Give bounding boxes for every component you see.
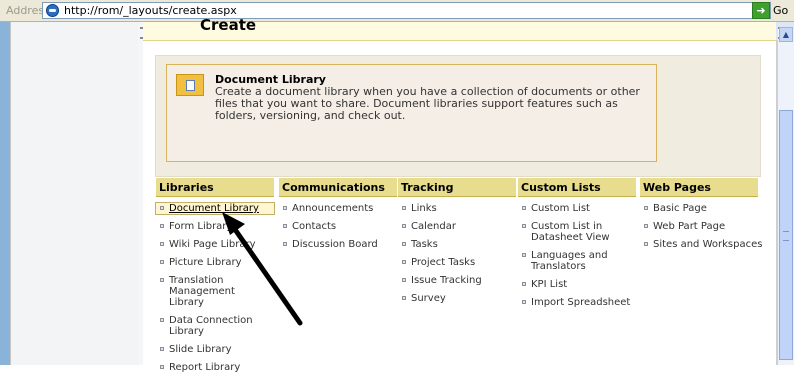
- column-tracking: Tracking Links Calendar Tasks Project Ta…: [398, 178, 516, 311]
- column-header: Custom Lists: [518, 178, 636, 197]
- column-communications: Communications Announcements Contacts Di…: [279, 178, 397, 257]
- list-item-document-library[interactable]: Document Library: [155, 202, 275, 215]
- bullet-icon: [402, 224, 406, 228]
- list-item-slide-library[interactable]: Slide Library: [156, 344, 274, 355]
- list-item-web-part-page[interactable]: Web Part Page: [640, 221, 758, 232]
- column-header: Tracking: [398, 178, 516, 197]
- list-item-form-library[interactable]: Form Library: [156, 221, 274, 232]
- bullet-icon: [522, 224, 526, 228]
- list-item-discussion-board[interactable]: Discussion Board: [279, 239, 397, 250]
- column-custom-lists: Custom Lists Custom List Custom List in …: [518, 178, 636, 315]
- bullet-icon: [160, 347, 164, 351]
- list-item-data-connection-library[interactable]: Data Connection Library: [156, 315, 259, 337]
- bullet-icon: [644, 224, 648, 228]
- list-item-sites-workspaces[interactable]: Sites and Workspaces: [640, 239, 762, 250]
- list-item-tasks[interactable]: Tasks: [398, 239, 516, 250]
- bullet-icon: [402, 260, 406, 264]
- bullet-icon: [160, 365, 164, 369]
- ie-page-icon: [46, 4, 59, 17]
- bullet-icon: [402, 278, 406, 282]
- list-item-announcements[interactable]: Announcements: [279, 203, 397, 214]
- column-web-pages: Web Pages Basic Page Web Part Page Sites…: [640, 178, 762, 257]
- scroll-up-button[interactable]: ▲: [779, 27, 793, 42]
- list-item-custom-list[interactable]: Custom List: [518, 203, 636, 214]
- list-item-custom-list-datasheet[interactable]: Custom List in Datasheet View: [518, 221, 623, 243]
- bullet-icon: [160, 206, 164, 210]
- list-item-report-library[interactable]: Report Library: [156, 362, 274, 373]
- list-item-contacts[interactable]: Contacts: [279, 221, 397, 232]
- selected-item-description: Create a document library when you have …: [215, 85, 640, 122]
- column-header: Libraries: [156, 178, 274, 197]
- bullet-icon: [402, 296, 406, 300]
- bullet-icon: [522, 282, 526, 286]
- document-library-icon: [176, 74, 204, 96]
- bullet-icon: [402, 242, 406, 246]
- list-item-kpi-list[interactable]: KPI List: [518, 279, 636, 290]
- bullet-icon: [522, 300, 526, 304]
- left-navigation: [10, 22, 139, 365]
- bullet-icon: [160, 242, 164, 246]
- bullet-icon: [644, 242, 648, 246]
- bullet-icon: [283, 242, 287, 246]
- go-button-label[interactable]: Go: [773, 4, 788, 17]
- column-libraries: Libraries Document Library Form Library …: [155, 178, 275, 380]
- list-item-languages-translators[interactable]: Languages and Translators: [518, 250, 623, 272]
- list-item-basic-page[interactable]: Basic Page: [640, 203, 758, 214]
- address-input[interactable]: http://rom/_layouts/create.aspx ▼: [42, 2, 771, 19]
- bullet-icon: [522, 253, 526, 257]
- bullet-icon: [522, 206, 526, 210]
- bullet-icon: [283, 206, 287, 210]
- bullet-icon: [160, 278, 164, 282]
- list-item-links[interactable]: Links: [398, 203, 516, 214]
- document-page-icon: [186, 80, 195, 91]
- list-item-translation-management-library[interactable]: Translation Management Library: [156, 275, 269, 308]
- scroll-thumb[interactable]: [779, 110, 793, 360]
- bullet-icon: [160, 318, 164, 322]
- list-item-picture-library[interactable]: Picture Library: [156, 257, 274, 268]
- column-header: Communications: [279, 178, 397, 197]
- list-item-wiki-page-library[interactable]: Wiki Page Library: [156, 239, 274, 250]
- bullet-icon: [644, 206, 648, 210]
- list-item-survey[interactable]: Survey: [398, 293, 516, 304]
- bullet-icon: [160, 260, 164, 264]
- list-item-import-spreadsheet[interactable]: Import Spreadsheet: [518, 297, 636, 308]
- list-item-calendar[interactable]: Calendar: [398, 221, 516, 232]
- bullet-icon: [402, 206, 406, 210]
- page-title: Create: [200, 16, 257, 34]
- address-bar: Address http://rom/_layouts/create.aspx …: [0, 0, 794, 22]
- list-item-project-tasks[interactable]: Project Tasks: [398, 257, 516, 268]
- bullet-icon: [160, 224, 164, 228]
- list-item-issue-tracking[interactable]: Issue Tracking: [398, 275, 516, 286]
- go-arrow-icon[interactable]: ➜: [752, 2, 770, 19]
- thumb-grip-icon: [783, 231, 789, 241]
- bullet-icon: [283, 224, 287, 228]
- column-header: Web Pages: [640, 178, 758, 197]
